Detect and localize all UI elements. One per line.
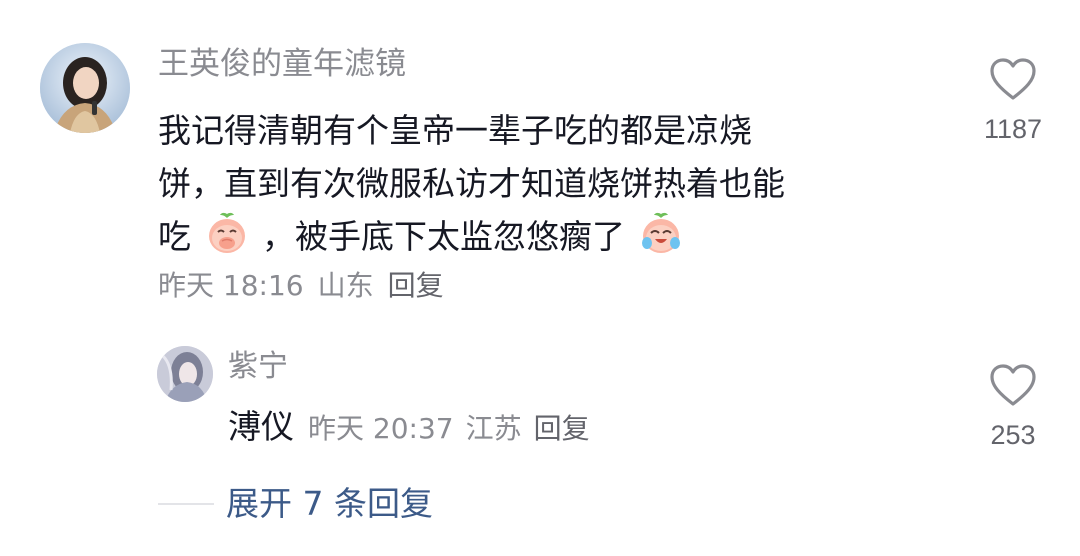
like-count: 253 xyxy=(990,420,1036,450)
comment-text: 我记得清朝有个皇帝一辈子吃的都是凉烧 饼，直到有次微服私访才知道烧饼热着也能 吃… xyxy=(158,104,918,263)
comment-time: 昨天 18:16 xyxy=(158,269,304,302)
expand-divider xyxy=(158,503,214,505)
reply-content: 溥仪 昨天 20:37 江苏 回复 xyxy=(228,404,602,456)
reply-meta: 昨天 20:37 江苏 回复 xyxy=(308,412,602,445)
replier-name[interactable]: 紫宁 xyxy=(228,347,288,387)
expand-replies-button[interactable]: 展开 7 条回复 xyxy=(226,482,433,526)
crying-laughing-peach-emoji xyxy=(638,210,684,256)
commenter-name[interactable]: 王英俊的童年滤镜 xyxy=(158,44,406,84)
reply-location: 江苏 xyxy=(465,412,522,445)
reply-like[interactable]: 253 xyxy=(968,362,1058,452)
commenter-avatar[interactable] xyxy=(40,43,130,133)
cover-mouth-peach-emoji xyxy=(204,210,250,256)
replier-avatar[interactable] xyxy=(157,346,213,402)
reply-button[interactable]: 回复 xyxy=(388,269,444,302)
heart-icon[interactable] xyxy=(968,56,1058,106)
comment-text-line: 吃 ，被手底下太监忽悠瘸了 xyxy=(158,210,918,263)
comment-location: 山东 xyxy=(317,269,374,302)
reply-time: 昨天 20:37 xyxy=(308,412,454,445)
comment-meta: 昨天 18:16 山东 回复 xyxy=(158,266,458,306)
heart-icon[interactable] xyxy=(968,362,1058,412)
comment-like[interactable]: 1187 xyxy=(968,56,1058,146)
like-count: 1187 xyxy=(983,114,1043,144)
comment-text-line: 饼，直到有次微服私访才知道烧饼热着也能 xyxy=(158,164,785,203)
reply-reply-button[interactable]: 回复 xyxy=(534,412,590,445)
comment-text-line: 我记得清朝有个皇帝一辈子吃的都是凉烧 xyxy=(158,111,752,150)
reply-text: 溥仪 xyxy=(228,407,294,446)
